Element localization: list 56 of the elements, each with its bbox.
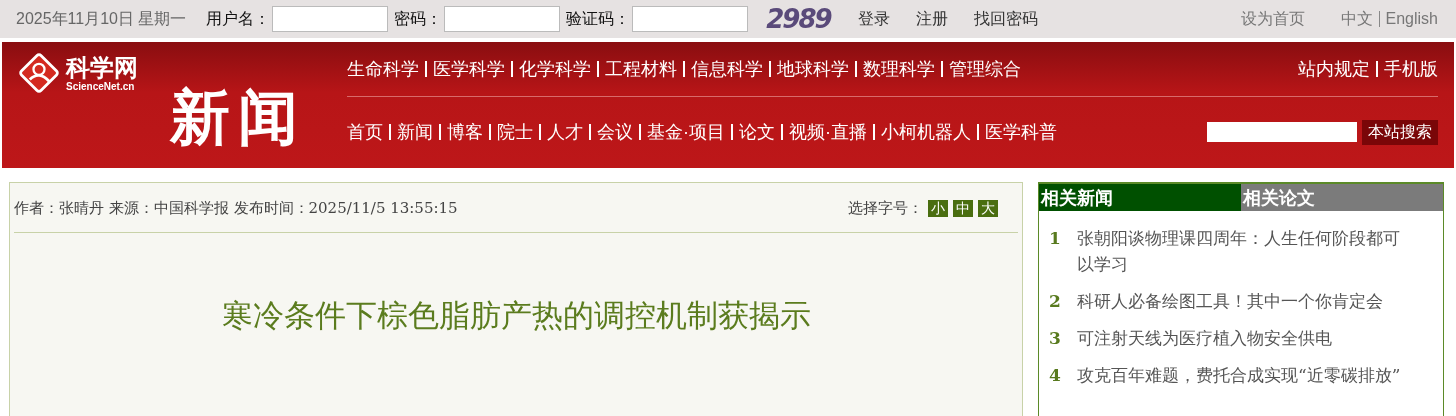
nav-link[interactable]: 站内规定 [1298,57,1370,81]
nav-link[interactable]: 会议 [597,120,633,144]
nav-link[interactable]: 手机版 [1384,57,1438,81]
nav-link[interactable]: 化学科学 [519,57,591,81]
language-link[interactable]: 中文 [1340,8,1373,30]
nav-link[interactable]: 人才 [547,120,583,144]
nav-link[interactable]: 首页 [347,120,383,144]
input-field[interactable] [444,6,561,32]
nav-link[interactable]: 小柯机器人 [881,120,971,144]
nav-link[interactable]: 医学科学 [433,57,505,81]
nav-link[interactable]: 论文 [739,120,775,144]
nav-link[interactable]: 基金·项目 [647,120,725,144]
font-size-label: 选择字号： [848,198,923,218]
logo-domain: ScienceNet.cn [66,80,136,92]
input-field[interactable] [632,6,749,32]
nav-link[interactable]: 生命科学 [347,57,419,81]
nav-link[interactable]: 管理综合 [949,57,1021,81]
field-label: 密码： [394,8,443,29]
account-link[interactable]: 登录 [858,8,891,30]
item-number: 1 [1049,227,1062,250]
font-size-button[interactable]: 小 [928,199,948,217]
news-link[interactable]: 张朝阳谈物理课四周年：人生任何阶段都可以学习 [1077,225,1415,277]
input-field[interactable] [272,6,389,32]
field-label: 验证码： [566,8,631,29]
captcha-image[interactable]: 2989 [754,4,843,34]
account-link[interactable]: 找回密码 [974,8,1039,30]
field-label: 用户名： [206,8,271,29]
nav-link[interactable]: 新闻 [397,120,433,144]
nav-link[interactable]: 视频·直播 [789,120,867,144]
section-title: 新闻 [170,84,307,150]
nav-link[interactable]: 地球科学 [777,57,849,81]
article-meta: 作者：张晴丹 来源：中国科学报 发布时间：2025/11/5 13:55:15 [14,198,458,218]
item-number: 4 [1049,364,1062,387]
item-number: 3 [1049,327,1062,350]
nav-link[interactable]: 工程材料 [605,57,677,81]
item-number: 2 [1049,290,1062,313]
font-size-button[interactable]: 大 [978,199,998,217]
nav-link[interactable]: 信息科学 [691,57,763,81]
date-text: 2025年11月10日 星期一 [16,8,187,29]
set-homepage-link[interactable]: 设为首页 [1240,8,1305,30]
nav-link[interactable]: 医学科普 [985,120,1057,144]
language-link[interactable]: English [1385,10,1438,28]
font-size-button[interactable]: 中 [953,199,973,217]
search-field[interactable] [1207,122,1357,142]
search-button[interactable]: 本站搜索 [1362,119,1438,145]
nav-link[interactable]: 院士 [497,120,533,144]
nav-link[interactable]: 数理科学 [863,57,935,81]
news-link[interactable]: 可注射天线为医疗植入物安全供电 [1077,325,1332,351]
sidebar-tab[interactable]: 相关新闻 [1039,184,1241,211]
article-title: 寒冷条件下棕色脂肪产热的调控机制获揭示 [220,297,812,335]
nav-link[interactable]: 博客 [447,120,483,144]
news-link[interactable]: 攻克百年难题，费托合成实现“近零碳排放” [1077,362,1401,388]
news-link[interactable]: 科研人必备绘图工具！其中一个你肯定会 [1077,288,1383,314]
account-link[interactable]: 注册 [916,8,949,30]
logo-name: 科学网 [66,54,138,81]
sidebar-tab[interactable]: 相关论文 [1241,184,1443,211]
